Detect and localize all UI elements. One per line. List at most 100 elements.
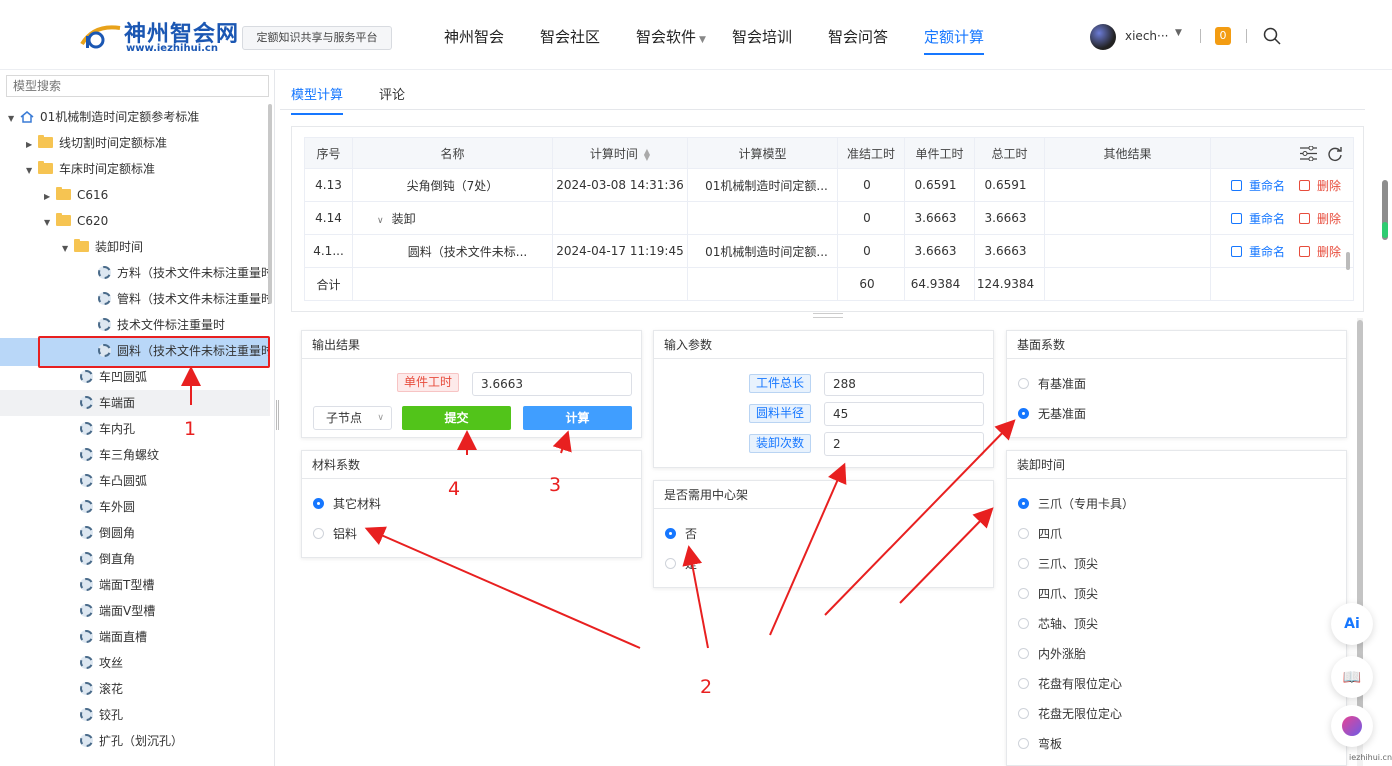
tree-node[interactable]: 攻丝	[80, 650, 123, 676]
result-table-card: 序号 名称 计算时间 ▲ ▼ 计算模型 准结工时 单件工时 总工时 其他结果 4.1…	[291, 126, 1364, 312]
radio-has-base[interactable]: 有基准面	[1018, 374, 1086, 394]
nav-training[interactable]: 智会培训	[732, 26, 792, 47]
nav-shenzhou[interactable]: 神州智会	[444, 26, 504, 47]
model-link[interactable]: 01机械制造时间定额...	[687, 168, 838, 202]
bar-radius-field[interactable]: 45	[824, 402, 984, 426]
nav-software[interactable]: 智会软件 ▼	[636, 26, 706, 47]
radio-other-material[interactable]: 其它材料	[313, 494, 381, 514]
caret-down-icon[interactable]: ▼	[26, 158, 38, 182]
tree-node[interactable]: 端面V型槽	[80, 598, 155, 624]
radio-unchecked-icon	[1018, 678, 1029, 689]
tree-node[interactable]: 车外圆	[80, 494, 135, 520]
submit-button[interactable]: 提交	[402, 406, 511, 430]
delete-button[interactable]: 删除	[1299, 212, 1341, 226]
tree-node[interactable]: 铰孔	[80, 702, 123, 728]
table-row[interactable]: 4.13 尖角倒钝（7处） 2024-03-08 14:31:36 01机械制造…	[304, 168, 1354, 202]
tree-node[interactable]: 倒圆角	[80, 520, 135, 546]
resize-handle[interactable]	[276, 400, 279, 430]
tree-node[interactable]: 车内孔	[80, 416, 135, 442]
panel-title: 材料系数	[302, 451, 641, 479]
nav-community[interactable]: 智会社区	[540, 26, 600, 47]
tree-node[interactable]: 扩孔（划沉孔）	[80, 728, 183, 754]
radio-unchecked-icon	[1018, 708, 1029, 719]
folder-icon	[38, 135, 53, 148]
model-search-input[interactable]	[6, 75, 269, 97]
tree-node[interactable]: 倒直角	[80, 546, 135, 572]
rename-button[interactable]: 重命名	[1230, 179, 1285, 193]
tree-node[interactable]: 滚花	[80, 676, 123, 702]
load-count-field[interactable]: 2	[824, 432, 984, 456]
radio-loading-option[interactable]: 四爪	[1018, 524, 1062, 544]
manual-button[interactable]: 📖	[1331, 656, 1373, 698]
gear-icon	[80, 708, 93, 721]
panel-title: 基面系数	[1007, 331, 1346, 359]
tree-node[interactable]: ▼ 装卸时间	[62, 234, 143, 260]
table-scrollbar[interactable]	[1346, 252, 1350, 270]
radio-loading-option[interactable]: 芯轴、顶尖	[1018, 614, 1098, 634]
model-link[interactable]: 01机械制造时间定额...	[687, 234, 838, 268]
refresh-icon[interactable]	[1327, 146, 1343, 162]
nav-qa[interactable]: 智会问答	[828, 26, 888, 47]
tree-node[interactable]: 方料（技术文件未标注重量时）	[98, 260, 270, 286]
edit-icon	[1230, 179, 1242, 191]
rename-button[interactable]: 重命名	[1230, 212, 1285, 226]
nav-quota-calc[interactable]: 定额计算	[924, 26, 985, 55]
user-menu-caret-icon[interactable]: ▼	[1175, 28, 1182, 38]
total-length-field[interactable]: 288	[824, 372, 984, 396]
tree-node[interactable]: ▶ C616	[44, 182, 108, 208]
search-icon[interactable]	[1263, 27, 1281, 45]
radio-no[interactable]: 否	[665, 524, 697, 544]
column-settings-icon[interactable]	[1300, 146, 1317, 161]
unit-time-field[interactable]: 3.6663	[472, 372, 632, 396]
sort-icon[interactable]: ▲ ▼	[644, 147, 650, 161]
radio-aluminum[interactable]: 铝料	[313, 524, 357, 544]
tree-node[interactable]: 端面直槽	[80, 624, 147, 650]
caret-down-icon[interactable]: ▼	[44, 210, 56, 234]
radio-loading-option[interactable]: 三爪、顶尖	[1018, 554, 1098, 574]
notification-badge[interactable]: 0	[1215, 27, 1231, 45]
radio-loading-option[interactable]: 四爪、顶尖	[1018, 584, 1098, 604]
radio-loading-option[interactable]: 花盘有限位定心	[1018, 674, 1122, 694]
tree-node[interactable]: 车端面	[80, 390, 135, 416]
chevron-down-icon[interactable]: ∨	[377, 216, 384, 226]
gear-icon	[98, 266, 111, 279]
caret-right-icon[interactable]: ▶	[26, 132, 38, 156]
annotation-highlight-box	[38, 336, 270, 368]
table-row[interactable]: 4.1... 圆料（技术文件未标... 2024-04-17 11:19:45 …	[304, 234, 1354, 268]
radio-loading-option[interactable]: 三爪（专用卡具）	[1018, 494, 1134, 514]
tab-model-calc[interactable]: 模型计算	[291, 84, 344, 115]
delete-button[interactable]: 删除	[1299, 179, 1341, 193]
radio-loading-option[interactable]: 内外涨胎	[1018, 644, 1086, 664]
caret-down-icon[interactable]: ▼	[62, 236, 74, 260]
caret-down-icon[interactable]: ▼	[8, 106, 20, 130]
delete-button[interactable]: 删除	[1299, 245, 1341, 259]
tree-node[interactable]: ▼ 车床时间定额标准	[26, 156, 155, 182]
avatar[interactable]	[1090, 24, 1116, 50]
tree-node[interactable]: 端面T型槽	[80, 572, 154, 598]
radio-no-base[interactable]: 无基准面	[1018, 404, 1086, 424]
caret-right-icon[interactable]: ▶	[44, 184, 56, 208]
tree-node[interactable]: ▼ 01机械制造时间定额参考标准	[8, 104, 199, 130]
tree-node[interactable]: 车凸圆弧	[80, 468, 147, 494]
brain-button[interactable]	[1331, 705, 1373, 747]
rename-button[interactable]: 重命名	[1230, 245, 1285, 259]
panel-drag-handle[interactable]	[813, 313, 843, 318]
radio-yes[interactable]: 是	[665, 554, 697, 574]
sidebar-scrollbar[interactable]	[268, 104, 272, 304]
radio-loading-option[interactable]: 弯板	[1018, 734, 1062, 754]
radio-loading-option[interactable]: 花盘无限位定心	[1018, 704, 1122, 724]
site-logo[interactable]: 神州智会网 www.iezhihui.cn	[80, 14, 238, 56]
tree-node[interactable]: ▶ 线切割时间定额标准	[26, 130, 167, 156]
calculate-button[interactable]: 计算	[523, 406, 632, 430]
table-row[interactable]: 4.14 ∨ 装卸 0 3.6663 3.6663 重命名 删除	[304, 201, 1354, 235]
node-select[interactable]: 子节点 ∨	[313, 406, 392, 430]
col-calc-time[interactable]: 计算时间 ▲ ▼	[552, 137, 688, 169]
radio-unchecked-icon	[1018, 738, 1029, 749]
tree-node[interactable]: 管料（技术文件未标注重量时）	[98, 286, 270, 312]
tab-comments[interactable]: 评论	[379, 84, 405, 103]
tree-node[interactable]: 车三角螺纹	[80, 442, 159, 468]
tree-node[interactable]: ▼ C620	[44, 208, 108, 234]
ai-assistant-button[interactable]: Ai	[1331, 603, 1373, 645]
user-name[interactable]: xiech···	[1125, 29, 1168, 43]
tree-node[interactable]: 技术文件标注重量时	[98, 312, 270, 338]
